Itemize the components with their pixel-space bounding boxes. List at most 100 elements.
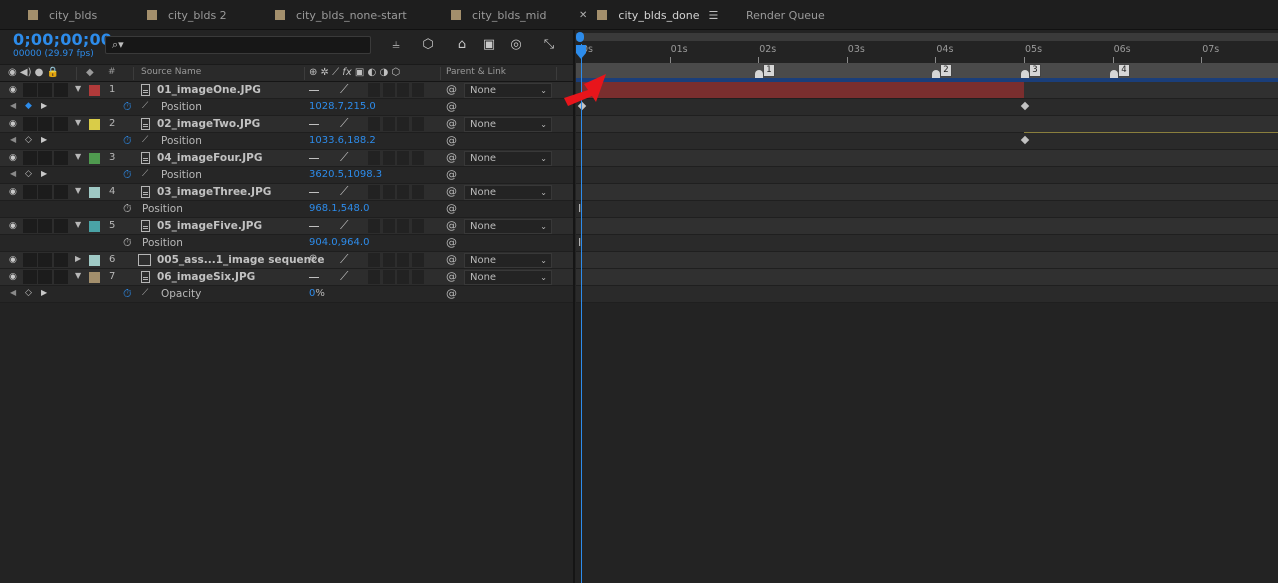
property-row[interactable]: ⏱ Position 968.1,548.0 @ <box>0 201 574 218</box>
pick-whip-icon[interactable]: @ <box>446 253 457 266</box>
label-color-swatch[interactable] <box>89 119 100 130</box>
quality-switch-icon[interactable]: ⟋ <box>340 82 348 97</box>
comp-marker[interactable]: 3 <box>1029 64 1041 77</box>
layer-row[interactable]: ◉ ▼ 4 03_imageThree.JPG ⎼ ⟋ @ None ⌄ <box>0 184 574 201</box>
property-value[interactable]: 0% <box>309 288 325 299</box>
layer-track[interactable] <box>576 82 1278 99</box>
expression-pick-whip-icon[interactable]: @ <box>446 134 457 147</box>
label-color-swatch[interactable] <box>89 85 100 96</box>
label-color-swatch[interactable] <box>89 272 100 283</box>
expanded-twirl-icon[interactable]: ▼ <box>75 271 81 280</box>
property-row[interactable]: ⏱ Position 904.0,964.0 @ <box>0 235 574 252</box>
property-value[interactable]: 1028.7,215.0 <box>309 101 376 112</box>
switch-box[interactable] <box>383 219 395 233</box>
switch-box[interactable] <box>412 219 424 233</box>
switch-box[interactable] <box>397 83 409 97</box>
draft-3d-icon[interactable]: ⬡ <box>418 35 438 55</box>
pick-whip-icon[interactable]: @ <box>446 270 457 283</box>
switch-box[interactable] <box>38 117 52 131</box>
expanded-twirl-icon[interactable]: ▼ <box>75 84 81 93</box>
keyframe-toggle-icon[interactable]: ◇ <box>25 288 32 298</box>
visibility-eye-icon[interactable]: ◉ <box>9 272 19 282</box>
keyframe-toggle-icon[interactable]: ◆ <box>25 101 32 111</box>
collapsed-twirl-icon[interactable]: ▶ <box>75 254 81 263</box>
label-color-swatch[interactable] <box>89 221 100 232</box>
current-time-indicator-handle[interactable] <box>576 45 586 59</box>
layer-track[interactable] <box>576 184 1278 201</box>
switch-box[interactable] <box>368 270 380 284</box>
switch-box[interactable] <box>54 185 68 199</box>
switch-box[interactable] <box>368 219 380 233</box>
switch-box[interactable] <box>38 83 52 97</box>
shy-switch-icon[interactable]: ⎼ <box>309 270 319 281</box>
switch-box[interactable] <box>383 83 395 97</box>
expression-pick-whip-icon[interactable]: @ <box>446 100 457 113</box>
parent-select[interactable]: None ⌄ <box>464 117 552 132</box>
next-keyframe-icon[interactable]: ▶ <box>41 135 47 144</box>
property-row[interactable]: ◀ ◇ ▶ ⏱ ⟋ Position 1033.6,188.2 @ <box>0 133 574 150</box>
tab-city-blds[interactable]: city_blds <box>28 0 97 30</box>
comp-marker-pin[interactable] <box>1021 70 1029 78</box>
previous-keyframe-icon[interactable]: ◀ <box>10 101 16 110</box>
source-name-column-header[interactable]: Source Name <box>141 67 201 77</box>
tab-render-queue[interactable]: Render Queue <box>746 0 825 30</box>
switch-box[interactable] <box>54 270 68 284</box>
collapse-transformations-switch-icon[interactable]: ⊕ <box>309 253 317 264</box>
keyframe[interactable] <box>1020 101 1030 111</box>
switch-box[interactable] <box>383 151 395 165</box>
visibility-eye-icon[interactable]: ◉ <box>9 85 19 95</box>
switch-box[interactable] <box>23 185 37 199</box>
keyframe-toggle-icon[interactable]: ◇ <box>25 169 32 179</box>
switch-box[interactable] <box>54 117 68 131</box>
tab-city-blds-2[interactable]: city_blds 2 <box>147 0 227 30</box>
time-navigator-start-handle[interactable] <box>576 32 584 42</box>
layer-row[interactable]: ◉ ▼ 7 06_imageSix.JPG ⎼ ⟋ @ None ⌄ <box>0 269 574 286</box>
parent-select[interactable]: None ⌄ <box>464 83 552 98</box>
expression-pick-whip-icon[interactable]: @ <box>446 168 457 181</box>
switch-box[interactable] <box>368 83 380 97</box>
pick-whip-icon[interactable]: @ <box>446 219 457 232</box>
layer-name[interactable]: 01_imageOne.JPG <box>157 84 261 96</box>
stopwatch-icon[interactable]: ⏱ <box>123 100 132 114</box>
quality-switch-icon[interactable]: ⟋ <box>340 116 348 131</box>
quality-switch-icon[interactable]: ⟋ <box>340 269 348 284</box>
switch-box[interactable] <box>383 185 395 199</box>
visibility-eye-icon[interactable]: ◉ <box>9 153 19 163</box>
expanded-twirl-icon[interactable]: ▼ <box>75 152 81 161</box>
layer-track[interactable] <box>576 269 1278 286</box>
parent-select[interactable]: None ⌄ <box>464 270 552 285</box>
switch-box[interactable] <box>397 253 409 267</box>
switch-box[interactable] <box>38 219 52 233</box>
property-value[interactable]: 3620.5,1098.3 <box>309 169 382 180</box>
switch-box[interactable] <box>383 270 395 284</box>
layer-track[interactable] <box>576 218 1278 235</box>
time-ruler[interactable]: 0s 01s 02s 03s 04s 05s 06s 07s <box>576 42 1278 63</box>
switch-box[interactable] <box>23 219 37 233</box>
switch-box[interactable] <box>23 117 37 131</box>
shy-switch-icon[interactable]: ⎼ <box>309 185 319 196</box>
tab-city-blds-done[interactable]: ✕ city_blds_done ☰ <box>579 0 718 30</box>
switch-box[interactable] <box>23 270 37 284</box>
layer-duration-bar[interactable] <box>581 82 1024 98</box>
comp-marker[interactable]: 1 <box>763 64 775 77</box>
graph-icon[interactable]: ⟋ <box>142 288 148 298</box>
switch-box[interactable] <box>397 219 409 233</box>
switch-box[interactable] <box>412 253 424 267</box>
expanded-twirl-icon[interactable]: ▼ <box>75 186 81 195</box>
layer-name[interactable]: 03_imageThree.JPG <box>157 186 271 198</box>
next-keyframe-icon[interactable]: ▶ <box>41 288 47 297</box>
tab-city-blds-none-start[interactable]: city_blds_none-start <box>275 0 407 30</box>
next-keyframe-icon[interactable]: ▶ <box>41 169 47 178</box>
comp-marker[interactable]: 2 <box>940 64 952 77</box>
label-color-swatch[interactable] <box>89 255 100 266</box>
switch-box[interactable] <box>23 253 37 267</box>
stopwatch-icon[interactable]: ⏱ <box>123 134 132 148</box>
expanded-twirl-icon[interactable]: ▼ <box>75 118 81 127</box>
quality-switch-icon[interactable]: ⟋ <box>340 218 348 233</box>
expression-pick-whip-icon[interactable]: @ <box>446 202 457 215</box>
layer-row[interactable]: ◉ ▶ 6 005_ass...1_image sequence ⊕ ⟋ @ None ⌄ <box>0 252 574 269</box>
visibility-eye-icon[interactable]: ◉ <box>9 255 19 265</box>
tab-city-blds-mid[interactable]: city_blds_mid <box>451 0 546 30</box>
keyframe[interactable] <box>1020 135 1030 145</box>
quality-switch-icon[interactable]: ⟋ <box>340 150 348 165</box>
